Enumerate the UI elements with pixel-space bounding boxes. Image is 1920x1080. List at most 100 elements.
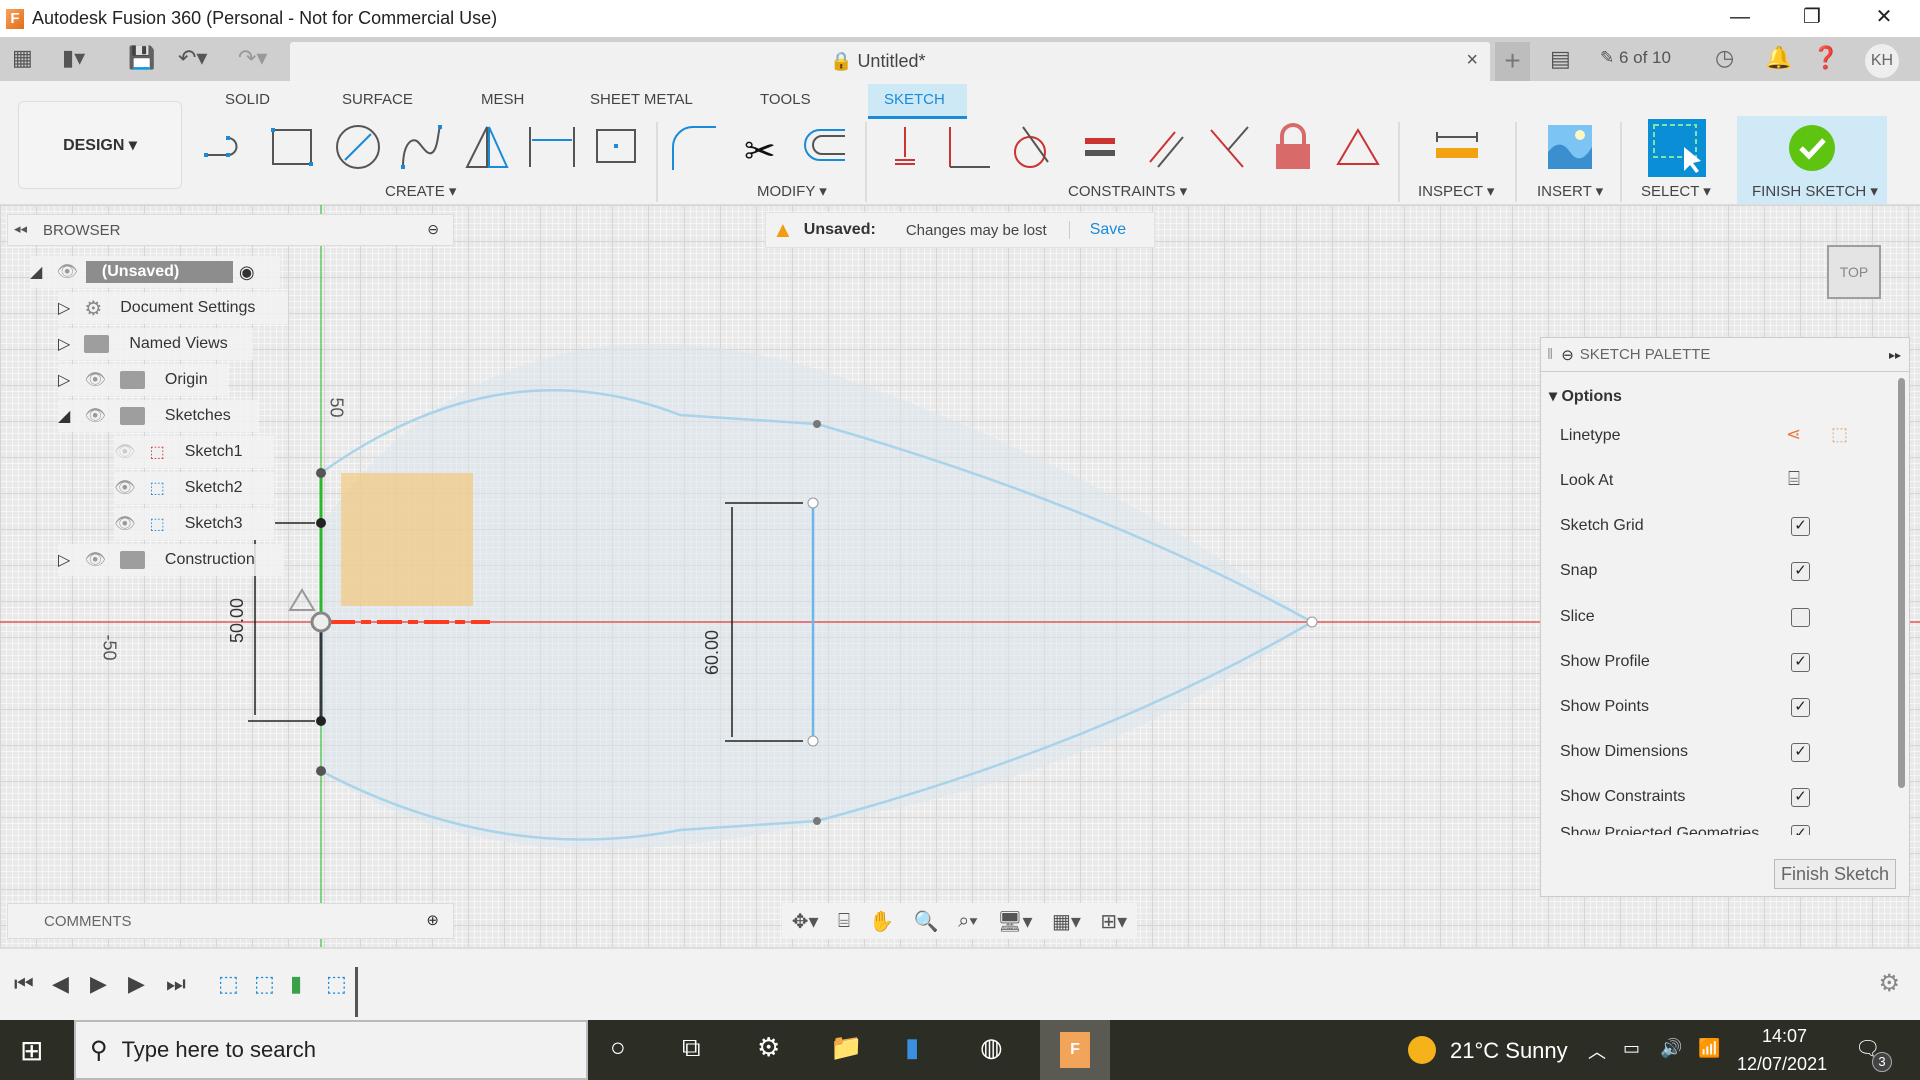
file-explorer-icon[interactable]: 📁 bbox=[830, 1032, 862, 1063]
timeline-sketch1-icon[interactable]: ⬚ bbox=[218, 971, 239, 997]
winrar-icon[interactable]: ▮ bbox=[905, 1032, 919, 1063]
palette-collapse-icon[interactable]: ⊖ bbox=[1561, 346, 1574, 364]
look-at-nav-icon[interactable]: ⌸ bbox=[838, 910, 850, 933]
dimension-50[interactable]: 50.00 bbox=[227, 598, 248, 643]
tab-surface[interactable]: SURFACE bbox=[342, 91, 413, 108]
create-menu[interactable]: CREATE ▾ bbox=[385, 182, 456, 200]
taskbar-search[interactable]: ⚲ Type here to search bbox=[74, 1020, 588, 1080]
tab-solid[interactable]: SOLID bbox=[225, 91, 270, 108]
add-comment-icon[interactable]: ⊕ bbox=[426, 911, 439, 929]
task-view-icon[interactable]: ⧉ bbox=[682, 1032, 701, 1064]
eye-icon[interactable]: 👁 bbox=[114, 478, 136, 498]
equal-constraint-icon[interactable] bbox=[1075, 122, 1125, 172]
fillet-tool-icon[interactable] bbox=[668, 122, 718, 172]
redo-icon[interactable]: ↷▾ bbox=[238, 45, 267, 71]
activate-radio-icon[interactable]: ◉ bbox=[239, 262, 255, 283]
hidden-eye-icon[interactable]: 👁 bbox=[114, 442, 136, 462]
orbit-icon[interactable]: ✥▾ bbox=[792, 909, 819, 934]
step-back-icon[interactable]: ◀ bbox=[52, 971, 69, 997]
viewports-icon[interactable]: ⊞▾ bbox=[1100, 909, 1127, 934]
coincident-constraint-icon[interactable] bbox=[880, 122, 930, 172]
line-tool-icon[interactable] bbox=[203, 122, 253, 172]
construction-linetype-icon[interactable]: ⋖ bbox=[1786, 424, 1801, 445]
step-forward-icon[interactable]: ▶ bbox=[128, 971, 145, 997]
go-to-end-icon[interactable]: ⏭ bbox=[166, 971, 186, 997]
modify-menu[interactable]: MODIFY ▾ bbox=[757, 182, 827, 200]
versions-button[interactable]: ✎ 6 of 10 bbox=[1600, 48, 1671, 68]
dimension-tool-icon[interactable] bbox=[527, 122, 577, 172]
select-tool-icon[interactable] bbox=[1648, 119, 1706, 177]
fix-constraint-icon[interactable] bbox=[1268, 122, 1318, 172]
apps-grid-icon[interactable]: ▦ bbox=[12, 45, 33, 71]
timeline-construction-plane-icon[interactable]: ▮ bbox=[290, 971, 302, 997]
cortana-icon[interactable]: ○ bbox=[610, 1032, 626, 1063]
measure-tool-icon[interactable] bbox=[1432, 122, 1482, 172]
eye-icon[interactable]: 👁 bbox=[84, 370, 106, 390]
browser-item-construction[interactable]: ▷ 👁 Construction bbox=[58, 544, 284, 576]
tab-tools[interactable]: TOOLS bbox=[760, 91, 811, 108]
display-settings-icon[interactable]: 🖥▾ bbox=[997, 909, 1032, 934]
expand-icon[interactable]: ▷ bbox=[58, 298, 70, 318]
eye-icon[interactable]: 👁 bbox=[114, 514, 136, 534]
parallel-constraint-icon[interactable] bbox=[1140, 122, 1190, 172]
expand-icon[interactable]: ▷ bbox=[58, 334, 70, 354]
point-tool-icon[interactable] bbox=[592, 122, 642, 172]
go-to-start-icon[interactable]: ⏮ bbox=[14, 971, 34, 997]
finish-check-icon[interactable] bbox=[1788, 124, 1836, 172]
show-hidden-icons-chevron[interactable]: ︿ bbox=[1588, 1038, 1606, 1064]
view-cube[interactable]: TOP bbox=[1827, 245, 1881, 299]
rectangle-tool-icon[interactable] bbox=[268, 122, 318, 172]
symmetric-constraint-icon[interactable] bbox=[1333, 122, 1383, 172]
expand-icon[interactable]: ▷ bbox=[58, 370, 70, 390]
insert-menu[interactable]: INSERT ▾ bbox=[1537, 182, 1603, 200]
chrome-icon[interactable]: ◍ bbox=[980, 1032, 1003, 1063]
show-profile-checkbox[interactable]: ✓ bbox=[1791, 653, 1810, 672]
file-menu-icon[interactable]: ▮▾ bbox=[62, 45, 85, 71]
battery-icon[interactable]: ▭ bbox=[1623, 1038, 1640, 1059]
play-icon[interactable]: ▶ bbox=[90, 971, 107, 997]
fit-icon[interactable]: ⌕▾ bbox=[958, 910, 978, 933]
circle-tool-icon[interactable] bbox=[333, 122, 383, 172]
browser-item-sketches[interactable]: ◢ 👁 Sketches bbox=[58, 400, 258, 432]
eye-icon[interactable]: 👁 bbox=[56, 262, 78, 282]
weather-text[interactable]: 21°C Sunny bbox=[1450, 1038, 1568, 1064]
look-at-icon[interactable]: ⌸ bbox=[1788, 468, 1800, 491]
show-constraints-checkbox[interactable]: ✓ bbox=[1791, 788, 1810, 807]
browser-options-icon[interactable]: ⊖ bbox=[427, 221, 439, 238]
clock-time[interactable]: 14:07 bbox=[1762, 1026, 1807, 1047]
eye-icon[interactable]: 👁 bbox=[84, 550, 106, 570]
spline-tool-icon[interactable] bbox=[398, 122, 448, 172]
snap-checkbox[interactable]: ✓ bbox=[1791, 562, 1810, 581]
volume-icon[interactable]: 🔊 bbox=[1660, 1038, 1682, 1059]
user-avatar[interactable]: KH bbox=[1865, 44, 1899, 78]
tab-mesh[interactable]: MESH bbox=[481, 91, 524, 108]
browser-item-sketch1[interactable]: 👁 ⬚ Sketch1 bbox=[114, 436, 274, 468]
windows-start-icon[interactable]: ⊞ bbox=[20, 1034, 43, 1067]
timeline-sketch3-icon[interactable]: ⬚ bbox=[326, 971, 347, 997]
slice-checkbox[interactable] bbox=[1791, 608, 1810, 627]
show-dimensions-checkbox[interactable]: ✓ bbox=[1791, 743, 1810, 762]
select-menu[interactable]: SELECT ▾ bbox=[1641, 182, 1711, 200]
comments-icon[interactable]: ▤ bbox=[1550, 46, 1571, 72]
palette-scrollbar[interactable] bbox=[1898, 378, 1905, 788]
save-icon[interactable]: 💾 bbox=[128, 45, 155, 71]
wifi-icon[interactable]: 📶 bbox=[1698, 1038, 1720, 1059]
perpendicular-constraint-icon[interactable] bbox=[945, 122, 995, 172]
sketch-grid-checkbox[interactable]: ✓ bbox=[1791, 517, 1810, 536]
offset-tool-icon[interactable] bbox=[800, 122, 850, 172]
browser-item-sketch3[interactable]: 👁 ⬚ Sketch3 bbox=[114, 508, 274, 540]
close-tab-button[interactable]: × bbox=[1466, 49, 1478, 72]
browser-item-origin[interactable]: ▷ 👁 Origin bbox=[58, 364, 228, 396]
undo-icon[interactable]: ↶▾ bbox=[178, 45, 207, 71]
pan-icon[interactable]: ✋ bbox=[869, 909, 894, 934]
workspace-switcher[interactable]: DESIGN ▾ bbox=[18, 101, 182, 189]
trim-tool-icon[interactable]: ✂ bbox=[738, 122, 788, 172]
help-icon[interactable]: ❓ bbox=[1812, 45, 1839, 71]
show-points-checkbox[interactable]: ✓ bbox=[1791, 698, 1810, 717]
notifications-icon[interactable]: 🔔 bbox=[1765, 45, 1792, 71]
tab-sheet-metal[interactable]: SHEET METAL bbox=[590, 91, 693, 108]
browser-item-document-settings[interactable]: ▷ ⚙ Document Settings bbox=[58, 292, 288, 324]
mirror-tool-icon[interactable] bbox=[462, 122, 512, 172]
expand-icon[interactable]: ▷ bbox=[58, 550, 70, 570]
inspect-menu[interactable]: INSPECT ▾ bbox=[1418, 182, 1494, 200]
